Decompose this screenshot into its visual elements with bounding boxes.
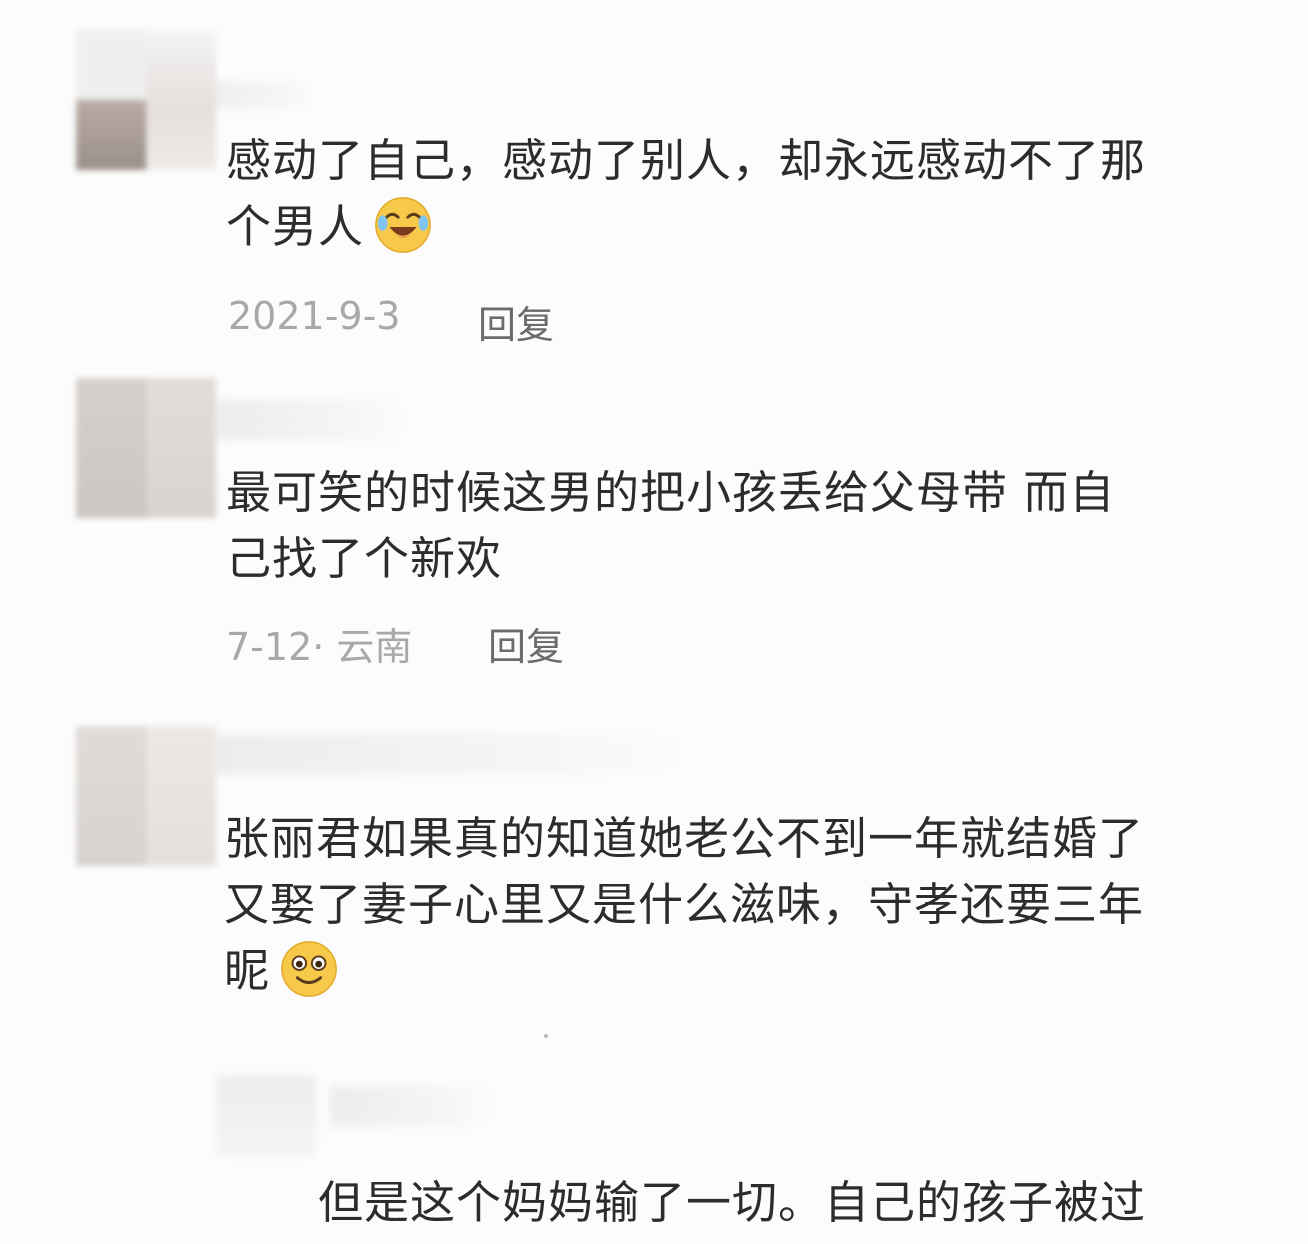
comment-text-line: 昵 xyxy=(224,938,1144,1004)
comment-text-line: 个男人 xyxy=(226,194,1146,260)
username-blurred xyxy=(214,734,694,774)
comment-text-line: 又娶了妻子心里又是什么滋味，守孝还要三年 xyxy=(224,878,1145,931)
username-blurred xyxy=(330,1086,500,1126)
username-blurred xyxy=(214,400,414,440)
comment-text-line: 最可笑的时候这男的把小孩丢给父母带 而自 xyxy=(226,466,1116,519)
avatar[interactable] xyxy=(76,30,216,170)
comment-date-location: 7-12· 云南 xyxy=(226,625,413,669)
comment-date: 2021-9-3 xyxy=(228,294,401,338)
comment-text-line: 张丽君如果真的知道她老公不到一年就结婚了 xyxy=(224,812,1145,865)
comment-text-line: 但是这个妈妈输了一切。自己的孩子被过 xyxy=(318,1176,1147,1229)
username-blurred xyxy=(216,1076,316,1156)
reply-button[interactable]: 回复 xyxy=(488,616,564,671)
comment-text-line: 己找了个新欢 xyxy=(226,532,503,585)
reply-button[interactable]: 回复 xyxy=(478,294,554,349)
laughing-crying-face-icon xyxy=(375,197,431,253)
comment-text: 张丽君如果真的知道她老公不到一年就结婚了 又娶了妻子心里又是什么滋味，守孝还要三… xyxy=(224,806,1144,1004)
comment-list: 感动了自己，感动了别人，却永远感动不了那 个男人 2021-9-3 回复 最可笑… xyxy=(0,0,1308,1244)
comment-text: 但是这个妈妈输了一切。自己的孩子被过 xyxy=(318,1170,1146,1236)
separator-dot xyxy=(544,1034,548,1038)
comment-text: 最可笑的时候这男的把小孩丢给父母带 而自 己找了个新欢 xyxy=(226,460,1115,592)
comment-text-line: 感动了自己，感动了别人，却永远感动不了那 xyxy=(226,134,1147,187)
comment-text: 感动了自己，感动了别人，却永远感动不了那 个男人 xyxy=(226,128,1146,260)
avatar[interactable] xyxy=(76,726,216,866)
avatar[interactable] xyxy=(76,378,216,518)
smiling-face-icon xyxy=(281,941,337,997)
username-blurred xyxy=(200,82,320,108)
